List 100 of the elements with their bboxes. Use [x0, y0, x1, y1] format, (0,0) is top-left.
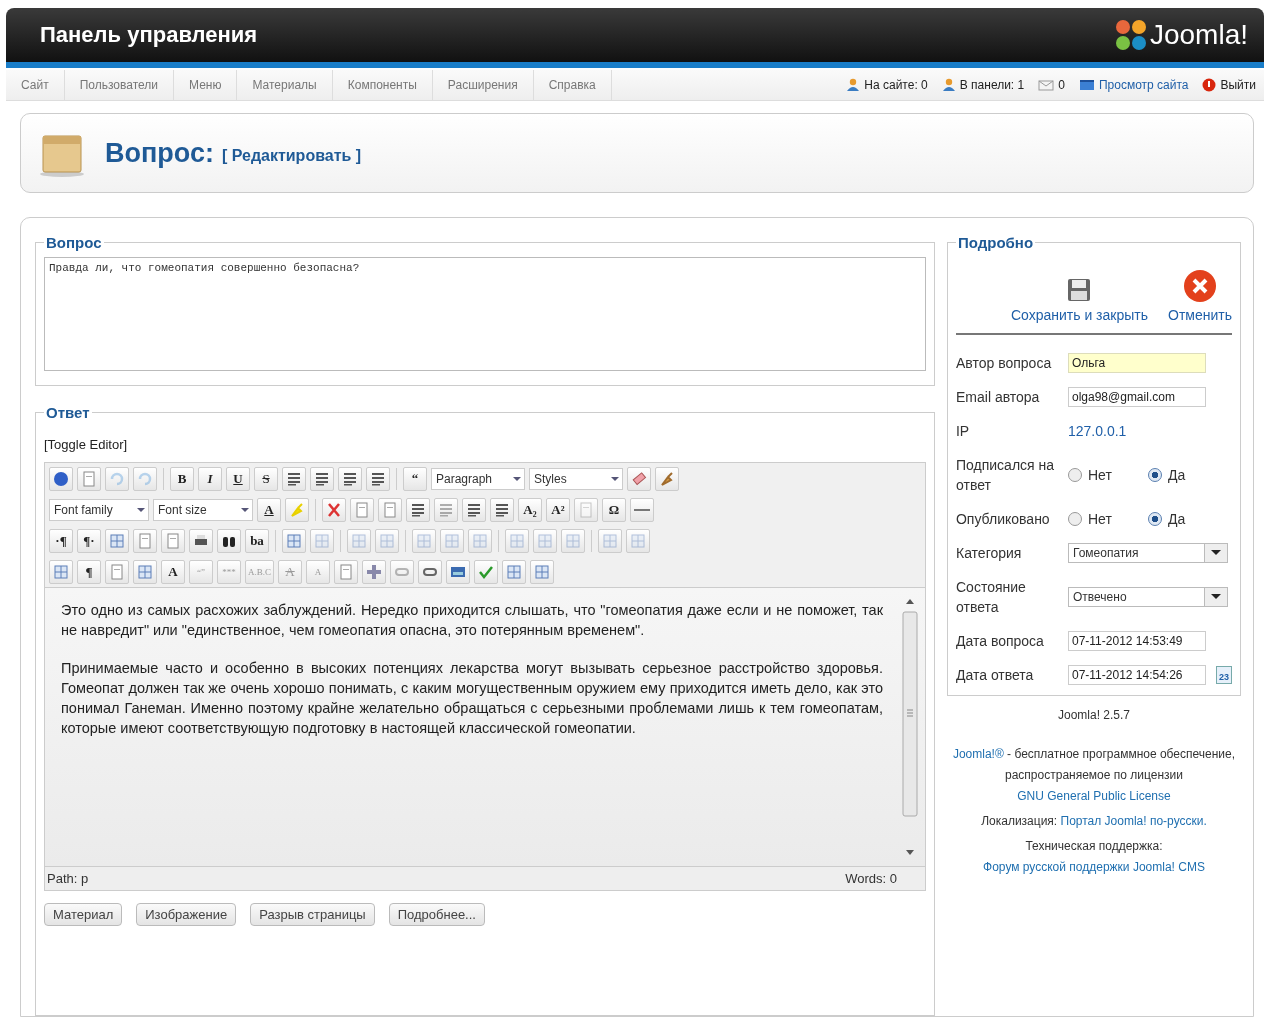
image-icon — [450, 564, 466, 580]
format-button[interactable]: I — [198, 467, 222, 491]
insert-button[interactable]: Подробнее... — [388, 903, 485, 926]
flower-logo-icon — [1113, 19, 1148, 51]
style-select[interactable]: Font size — [153, 499, 253, 521]
doc-icon — [137, 533, 153, 549]
toolbar-action[interactable]: Отменить — [1168, 269, 1232, 323]
format-button[interactable]: A — [161, 560, 185, 584]
field-label: Подписался на ответ — [956, 456, 1056, 495]
field-label: Опубликовано — [956, 510, 1051, 529]
lines-icon — [342, 471, 358, 487]
table-icon — [602, 533, 618, 549]
format-button[interactable]: ·¶ — [49, 529, 73, 553]
insert-button[interactable]: Материал — [44, 903, 123, 926]
menu-item[interactable]: Сайт — [6, 70, 65, 100]
style-select[interactable]: Paragraph — [431, 468, 525, 490]
text-field[interactable]: Ольга — [1068, 353, 1206, 373]
radio-option[interactable]: Нет — [1068, 467, 1138, 483]
menu-item[interactable]: Расширения — [432, 70, 534, 100]
format-button[interactable]: A² — [546, 498, 570, 522]
section-legend: Ответ — [44, 404, 92, 421]
doc-icon — [81, 471, 97, 487]
user-icon — [941, 78, 956, 92]
doc-icon — [578, 502, 594, 518]
table-icon — [537, 533, 553, 549]
tool-button[interactable] — [338, 467, 362, 491]
undo-icon — [109, 471, 125, 487]
tool-button[interactable] — [490, 498, 514, 522]
format-button[interactable]: A₂ — [518, 498, 542, 522]
tool-button[interactable] — [282, 467, 306, 491]
header-title: Панель управления — [40, 22, 258, 48]
tool-button[interactable] — [406, 498, 430, 522]
radio-option[interactable]: Нет — [1068, 511, 1138, 527]
table-icon — [444, 533, 460, 549]
table-icon — [314, 533, 330, 549]
tool-button[interactable] — [217, 529, 241, 553]
format-button[interactable]: ¶· — [77, 529, 101, 553]
status-link[interactable]: На сайте: 0 — [864, 78, 928, 92]
list-icon — [494, 502, 510, 518]
page-title: Вопрос: — [105, 137, 214, 169]
toolbar-action[interactable]: Сохранить и закрыть — [1010, 269, 1148, 323]
table-icon — [53, 564, 69, 580]
power-icon — [1202, 78, 1217, 92]
table-icon — [379, 533, 395, 549]
format-button[interactable]: Ω — [602, 498, 626, 522]
radio-option[interactable]: Да — [1148, 467, 1218, 483]
style-select[interactable]: Font family — [49, 499, 149, 521]
tool-button[interactable] — [189, 529, 213, 553]
menu-item[interactable]: Меню — [174, 70, 238, 100]
menu-item[interactable]: Материалы — [237, 70, 333, 100]
format-button[interactable]: B — [170, 467, 194, 491]
radio-option[interactable]: Да — [1148, 511, 1218, 527]
ip-address: 127.0.0.1 — [1068, 423, 1127, 439]
table-icon — [509, 533, 525, 549]
tool-button[interactable] — [462, 498, 486, 522]
table-icon — [472, 533, 488, 549]
insert-button[interactable]: Изображение — [136, 903, 237, 926]
format-button[interactable]: S — [254, 467, 278, 491]
footer-text: Техническая поддержка: Форум русской поддержки Joomla! CMS — [982, 838, 1206, 876]
menu-item[interactable]: Компоненты — [332, 70, 433, 100]
brush-icon — [659, 471, 675, 487]
section-legend: Подробно — [956, 234, 1036, 251]
status-link[interactable]: Выйти — [1220, 78, 1256, 92]
section-legend: Вопрос — [44, 234, 104, 251]
format-button[interactable]: U — [226, 467, 250, 491]
text-field[interactable]: 07-11-2012 14:53:49 — [1068, 631, 1206, 651]
check-icon — [478, 564, 494, 580]
field-label: Состояние ответа — [956, 578, 1027, 617]
calendar-button[interactable]: 23 — [1216, 666, 1232, 684]
doc-icon — [338, 564, 354, 580]
select-field[interactable]: Отвечено — [1068, 587, 1228, 607]
format-button[interactable]: A — [257, 498, 281, 522]
format-button[interactable]: ¶ — [77, 560, 101, 584]
tool-button[interactable] — [310, 467, 334, 491]
status-link[interactable]: В панели: 1 — [959, 78, 1025, 92]
text-field[interactable]: 07-11-2012 14:54:26 — [1068, 665, 1206, 685]
tool-button[interactable] — [366, 467, 390, 491]
footer-text: Joomla!® - бесплатное программное обеспечение, распространяемое по лицензии GNU General Public License — [951, 746, 1237, 805]
insert-button[interactable]: Разрыв страницы — [250, 903, 375, 926]
user-icon — [846, 78, 861, 92]
redo-icon — [137, 471, 153, 487]
format-button[interactable]: “ — [403, 467, 427, 491]
status-link[interactable]: 0 — [1058, 78, 1065, 92]
question-field[interactable]: Правда ли, что гомеопатия совершенно безопасна? — [44, 257, 926, 371]
format-button[interactable]: ba — [245, 529, 269, 553]
select-field[interactable]: Гомеопатия — [1068, 543, 1228, 563]
version-text: Joomla! 2.5.7 — [1056, 708, 1131, 722]
table-icon — [630, 533, 646, 549]
close-icon — [1183, 269, 1217, 303]
text-field[interactable]: olga98@gmail.com — [1068, 387, 1206, 407]
style-select[interactable]: Styles — [529, 468, 623, 490]
toggle-editor-link[interactable]: [Toggle Editor] — [44, 437, 926, 452]
lines-icon — [370, 471, 386, 487]
footer-text: Локализация: Портал Joomla! по-русски. — [980, 813, 1208, 830]
status-link[interactable]: Просмотр сайта — [1098, 78, 1189, 92]
menu-item[interactable]: Пользователи — [64, 70, 174, 100]
menu-item[interactable]: Справка — [533, 70, 612, 100]
field-label: Автор вопроса — [956, 354, 1053, 373]
envelope-icon — [1038, 79, 1055, 91]
word-count: Words: 0 — [845, 871, 897, 886]
